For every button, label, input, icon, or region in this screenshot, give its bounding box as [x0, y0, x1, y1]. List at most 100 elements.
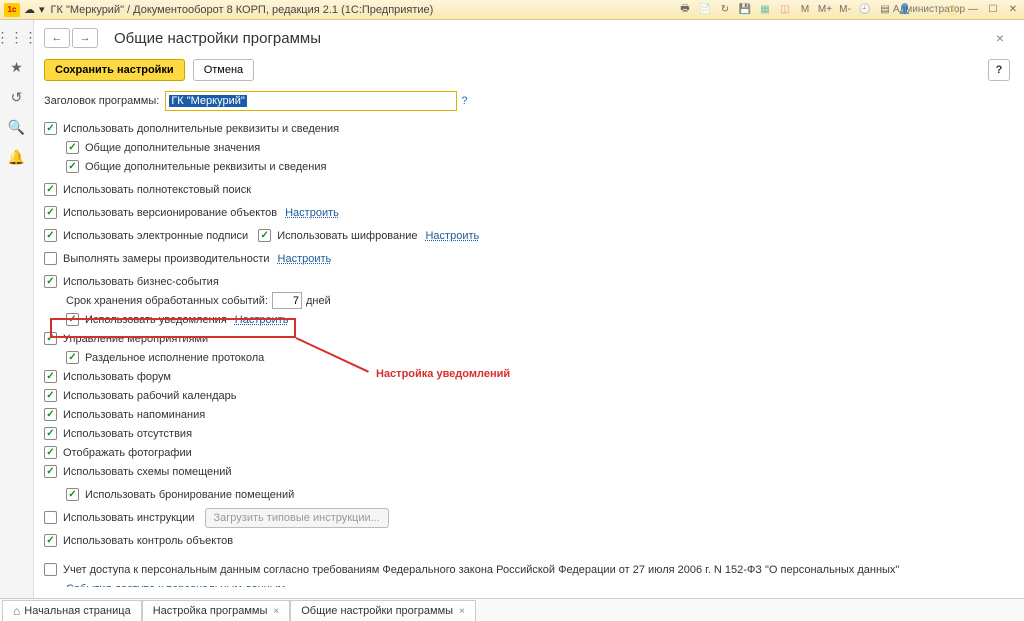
cb-calendar[interactable] — [44, 389, 57, 402]
tab-bar: Начальная страница Настройка программы× … — [0, 598, 1024, 620]
lbl-perf: Выполнять замеры производительности — [63, 253, 270, 265]
m-minus-icon[interactable]: M- — [838, 3, 852, 17]
save-icon[interactable]: 💾 — [738, 3, 752, 17]
page-title: Общие настройки программы — [114, 30, 321, 47]
lbl-forum: Использовать форум — [63, 371, 171, 383]
star-icon[interactable]: ★ — [8, 58, 26, 76]
cb-protocol[interactable] — [66, 351, 79, 364]
cb-bizevents[interactable] — [44, 275, 57, 288]
lbl-calendar: Использовать рабочий календарь — [63, 390, 237, 402]
nav-row: ← → Общие настройки программы × — [44, 28, 1010, 48]
tab-common-settings[interactable]: Общие настройки программы× — [290, 600, 476, 621]
program-title-input[interactable]: ГК "Меркурий" — [165, 91, 457, 111]
cb-esign[interactable] — [44, 229, 57, 242]
lbl-absence: Использовать отсутствия — [63, 428, 192, 440]
print-icon[interactable]: 🖶 — [678, 3, 692, 17]
doc-icon[interactable]: 📄 — [698, 3, 712, 17]
lbl-extra-attrs: Использовать дополнительные реквизиты и … — [63, 123, 339, 135]
info-icon[interactable]: ⓘ — [946, 3, 960, 17]
help-button[interactable]: ? — [988, 59, 1010, 81]
menu-icon[interactable]: ⋮⋮⋮ — [8, 28, 26, 46]
user-label[interactable]: Администратор — [922, 3, 936, 17]
lbl-objctrl: Использовать контроль объектов — [63, 535, 233, 547]
app-logo-icon: 1c — [4, 3, 20, 17]
refresh-icon[interactable]: ↻ — [718, 3, 732, 17]
search-icon[interactable]: 🔍 — [8, 118, 26, 136]
save-button[interactable]: Сохранить настройки — [44, 59, 185, 81]
dropdown-icon[interactable]: ▾ — [39, 3, 45, 16]
lbl-retention: Срок хранения обработанных событий: — [66, 295, 268, 307]
lbl-remind: Использовать напоминания — [63, 409, 205, 421]
tab-settings[interactable]: Настройка программы× — [142, 600, 291, 621]
lbl-instr: Использовать инструкции — [63, 512, 195, 524]
maximize-icon[interactable]: ☐ — [986, 3, 1000, 17]
m-icon[interactable]: M — [798, 3, 812, 17]
lbl-events-mgmt: Управление мероприятиями — [63, 333, 208, 345]
lbl-bizevents: Использовать бизнес-события — [63, 276, 219, 288]
nav-forward-button[interactable]: → — [72, 28, 98, 48]
cb-notify[interactable] — [66, 313, 79, 326]
minimize-icon[interactable]: — — [966, 3, 980, 17]
close-form-icon[interactable]: × — [990, 28, 1010, 48]
cb-events-mgmt[interactable] — [44, 332, 57, 345]
header-field-row: Заголовок программы: ГК "Меркурий" ? — [44, 91, 1010, 111]
cb-remind[interactable] — [44, 408, 57, 421]
lbl-pdata: Учет доступа к персональным данным согла… — [63, 564, 899, 576]
lbl-fulltext: Использовать полнотекстовый поиск — [63, 184, 251, 196]
header-label: Заголовок программы: — [44, 95, 159, 107]
lbl-booking: Использовать бронирование помещений — [85, 489, 294, 501]
date-icon[interactable]: ◫ — [778, 3, 792, 17]
titlebar-tools: 🖶 📄 ↻ 💾 ▦ ◫ M M+ M- 🕘 ▤ 👤 Администратор … — [678, 3, 1020, 17]
cb-objctrl[interactable] — [44, 534, 57, 547]
calendar-icon[interactable]: ▦ — [758, 3, 772, 17]
link-encrypt[interactable]: Настроить — [425, 230, 479, 242]
lbl-days: дней — [306, 295, 331, 307]
cloud-icon[interactable]: ☁ — [24, 3, 35, 16]
nav-back-button[interactable]: ← — [44, 28, 70, 48]
cb-booking[interactable] — [66, 488, 79, 501]
lbl-encrypt: Использовать шифрование — [277, 230, 417, 242]
load-instructions-button[interactable]: Загрузить типовые инструкции... — [205, 508, 389, 528]
lbl-esign: Использовать электронные подписи — [63, 230, 248, 242]
link-versioning[interactable]: Настроить — [285, 207, 339, 219]
cb-instr[interactable] — [44, 511, 57, 524]
m-plus-icon[interactable]: M+ — [818, 3, 832, 17]
lbl-photos: Отображать фотографии — [63, 447, 192, 459]
cb-absence[interactable] — [44, 427, 57, 440]
cb-versioning[interactable] — [44, 206, 57, 219]
grid-icon[interactable]: ▤ — [878, 3, 892, 17]
settings-scroll-area[interactable]: Использовать дополнительные реквизиты и … — [44, 119, 1010, 587]
bell-icon[interactable]: 🔔 — [8, 148, 26, 166]
cb-encrypt[interactable] — [258, 229, 271, 242]
titlebar: 1c ☁ ▾ ГК "Меркурий" / Документооборот 8… — [0, 0, 1024, 20]
close-window-icon[interactable]: ✕ — [1006, 3, 1020, 17]
link-perf[interactable]: Настроить — [278, 253, 332, 265]
cb-photos[interactable] — [44, 446, 57, 459]
lbl-common-attrs: Общие дополнительные реквизиты и сведени… — [85, 161, 326, 173]
cb-common-attrs[interactable] — [66, 160, 79, 173]
link-notify[interactable]: Настроить — [235, 314, 289, 326]
window-title: ГК "Меркурий" / Документооборот 8 КОРП, … — [51, 4, 678, 16]
cb-forum[interactable] — [44, 370, 57, 383]
cb-rooms[interactable] — [44, 465, 57, 478]
cb-common-values[interactable] — [66, 141, 79, 154]
lbl-rooms: Использовать схемы помещений — [63, 466, 232, 478]
tab-home[interactable]: Начальная страница — [2, 600, 142, 621]
lbl-versioning: Использовать версионирование объектов — [63, 207, 277, 219]
link-pdata-events[interactable]: События доступа к персональным данным — [66, 583, 285, 588]
lbl-common-values: Общие дополнительные значения — [85, 142, 260, 154]
clock-icon[interactable]: 🕘 — [858, 3, 872, 17]
content-area: ← → Общие настройки программы × Сохранит… — [34, 20, 1024, 598]
cb-extra-attrs[interactable] — [44, 122, 57, 135]
lbl-notify: Использовать уведомления — [85, 314, 227, 326]
field-help-icon[interactable]: ? — [461, 95, 467, 107]
cb-pdata[interactable] — [44, 563, 57, 576]
history-icon[interactable]: ↺ — [8, 88, 26, 106]
left-sidebar: ⋮⋮⋮ ★ ↺ 🔍 🔔 — [0, 20, 34, 598]
program-title-value: ГК "Меркурий" — [169, 95, 246, 107]
retention-input[interactable] — [272, 292, 302, 309]
cb-fulltext[interactable] — [44, 183, 57, 196]
cb-perf[interactable] — [44, 252, 57, 265]
cancel-button[interactable]: Отмена — [193, 59, 254, 81]
lbl-protocol: Раздельное исполнение протокола — [85, 352, 264, 364]
